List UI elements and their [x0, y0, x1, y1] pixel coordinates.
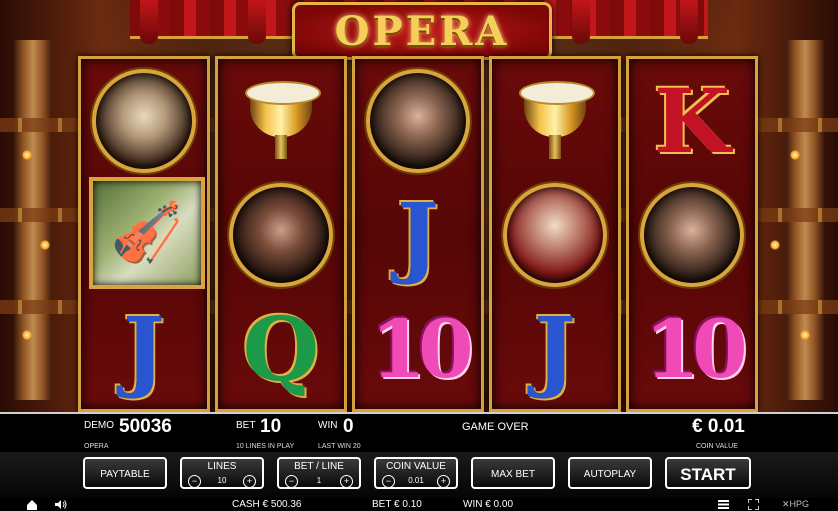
- reel-2: Q: [215, 56, 347, 412]
- letter-j: J: [397, 183, 439, 287]
- lines-minus-button[interactable]: −: [188, 475, 201, 488]
- symbol-portrait-verdi: [629, 177, 755, 293]
- autoplay-button[interactable]: AUTOPLAY: [568, 457, 652, 489]
- letter-j: J: [123, 297, 165, 401]
- letter-j: J: [534, 297, 576, 401]
- bet-line-value: 1: [316, 476, 322, 485]
- curtain-tassel: [572, 0, 590, 44]
- lines-in-play: 10 LINES IN PLAY: [236, 443, 295, 450]
- letter-10: 10: [644, 302, 747, 396]
- last-win: LAST WIN 20: [318, 443, 361, 450]
- max-bet-label: MAX BET: [491, 469, 535, 480]
- symbol-letter-10: 10: [355, 291, 481, 407]
- coin-value-control-label: COIN VALUE: [386, 461, 446, 472]
- lines-label: LINES: [207, 461, 237, 472]
- bet-line-plus-button[interactable]: +: [340, 475, 353, 488]
- timpani-drum-icon: [245, 81, 321, 161]
- cash-display: CASH € 500.36: [232, 499, 302, 510]
- game-logo: OPERA: [292, 2, 552, 60]
- max-bet-button[interactable]: MAX BET: [471, 457, 555, 489]
- composer-portrait-icon: [229, 183, 333, 287]
- provider-name: HPG: [789, 499, 810, 509]
- autoplay-label: AUTOPLAY: [583, 469, 637, 480]
- timpani-drum-icon: [519, 81, 595, 161]
- lines-control: LINES − 10 +: [180, 457, 264, 489]
- coin-value-control: COIN VALUE − 0.01 +: [374, 457, 458, 489]
- symbol-portrait-beethoven: [218, 177, 344, 293]
- coin-value: 0.01: [408, 476, 424, 485]
- coin-minus-button[interactable]: −: [382, 475, 395, 488]
- reel-1: 🎻 J: [78, 56, 210, 412]
- lamp: [790, 150, 800, 160]
- lamp: [22, 330, 32, 340]
- curtain-tassel: [680, 0, 698, 44]
- bet-display: BET € 0.10: [372, 499, 422, 510]
- lamp: [40, 240, 50, 250]
- letter-10: 10: [370, 302, 473, 396]
- fullscreen-icon[interactable]: [748, 499, 759, 510]
- letter-q: Q: [242, 297, 320, 401]
- start-button[interactable]: START: [665, 457, 751, 489]
- reel-4: J: [489, 56, 621, 412]
- symbol-violin: 🎻: [81, 177, 207, 293]
- symbol-letter-j: J: [492, 291, 618, 407]
- home-icon[interactable]: [26, 499, 38, 510]
- coin-value-stepper: − 0.01 +: [380, 475, 452, 488]
- symbol-portrait-handel: [81, 63, 207, 179]
- win-label: WIN: [318, 420, 338, 431]
- info-bar: DEMO 50036 OPERA BET 10 10 LINES IN PLAY…: [0, 412, 838, 454]
- symbol-letter-j: J: [81, 291, 207, 407]
- menu-icon[interactable]: [718, 499, 729, 509]
- paytable-button[interactable]: PAYTABLE: [83, 457, 167, 489]
- demo-sub: OPERA: [84, 443, 109, 450]
- symbol-portrait-verdi: [355, 63, 481, 179]
- control-bar: PAYTABLE LINES − 10 + BET / LINE − 1 + C…: [0, 452, 838, 498]
- win-display: WIN € 0.00: [463, 499, 514, 510]
- game-status: GAME OVER: [462, 421, 529, 433]
- symbol-timpani: [492, 63, 618, 179]
- symbol-letter-k: K: [629, 63, 755, 179]
- symbol-letter-j: J: [355, 177, 481, 293]
- curtain-tassel: [248, 0, 266, 44]
- composer-portrait-icon: [503, 183, 607, 287]
- letter-k: K: [653, 69, 731, 173]
- reel-3: J 10: [352, 56, 484, 412]
- status-bar: CASH € 500.36 BET € 0.10 WIN € 0.00 ✕HPG: [0, 498, 838, 511]
- bet-line-minus-button[interactable]: −: [285, 475, 298, 488]
- composer-portrait-icon: [366, 69, 470, 173]
- bet-label: BET: [236, 420, 256, 431]
- bet-line-stepper: − 1 +: [283, 475, 355, 488]
- curtain-tassel: [140, 0, 158, 44]
- bet-value: 10: [260, 416, 282, 437]
- symbol-letter-10: 10: [629, 291, 755, 407]
- game-title: OPERA: [334, 8, 510, 55]
- start-label: START: [680, 465, 736, 484]
- demo-balance: 50036: [119, 416, 172, 437]
- lines-value: 10: [217, 476, 227, 485]
- demo-label: DEMO: [84, 420, 114, 431]
- lamp: [22, 150, 32, 160]
- provider-logo: ✕HPG: [782, 499, 810, 509]
- composer-portrait-icon: [640, 183, 744, 287]
- reel-5: K 10: [626, 56, 758, 412]
- paytable-label: PAYTABLE: [100, 469, 150, 480]
- bet-line-label: BET / LINE: [294, 461, 344, 472]
- bet-line-control: BET / LINE − 1 +: [277, 457, 361, 489]
- symbol-letter-q: Q: [218, 291, 344, 407]
- coin-value-label: COIN VALUE: [696, 443, 738, 450]
- lamp: [770, 240, 780, 250]
- sound-icon[interactable]: [54, 499, 68, 510]
- coin-value-display: € 0.01: [692, 416, 745, 437]
- coin-plus-button[interactable]: +: [437, 475, 450, 488]
- violin-icon: 🎻: [89, 177, 205, 289]
- lines-plus-button[interactable]: +: [243, 475, 256, 488]
- composer-portrait-icon: [92, 69, 196, 173]
- win-value: 0: [343, 416, 354, 437]
- lines-stepper: − 10 +: [186, 475, 258, 488]
- game-screen: OPERA 🎻 J Q J 10 J K 10 DEMO 50036 OPERA: [0, 0, 838, 511]
- lamp: [800, 330, 810, 340]
- symbol-timpani: [218, 63, 344, 179]
- symbol-portrait-mozart: [492, 177, 618, 293]
